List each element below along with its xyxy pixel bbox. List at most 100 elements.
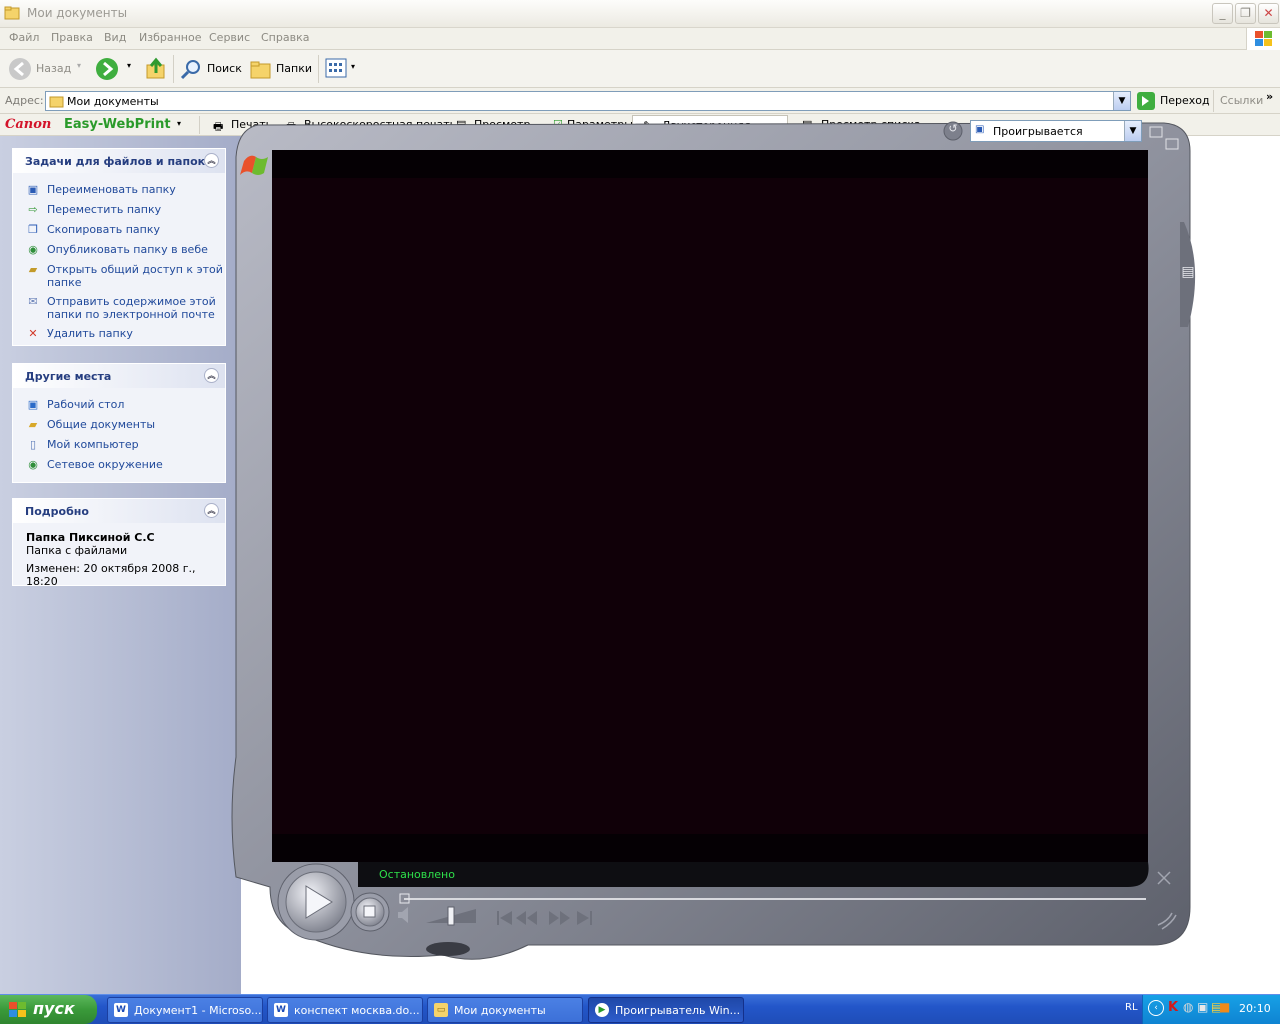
- search-button[interactable]: Поиск: [180, 57, 244, 81]
- search-icon: [180, 60, 200, 80]
- playlist-icon: ▣: [975, 124, 985, 135]
- start-button[interactable]: пуск: [0, 995, 97, 1024]
- up-folder-button[interactable]: [145, 57, 167, 81]
- equalizer-toggle-button[interactable]: [426, 941, 470, 955]
- folders-icon: [250, 61, 271, 79]
- play-button[interactable]: [278, 864, 354, 940]
- file-tasks-header[interactable]: Задачи для файлов и папок ︽: [13, 149, 225, 173]
- place-shared-documents[interactable]: ▰ Общие документы: [25, 415, 225, 435]
- collapse-chevron-icon[interactable]: ︽: [204, 503, 219, 518]
- menu-file[interactable]: Файл: [9, 31, 39, 44]
- task-copy-folder[interactable]: ❐ Скопировать папку: [25, 220, 225, 240]
- details-header[interactable]: Подробно ︽: [13, 499, 225, 523]
- copy-icon: ❐: [28, 223, 38, 236]
- standard-toolbar: Назад ▾ ▾ Поиск Папки ▾: [0, 50, 1280, 88]
- desktop-icon: ▣: [27, 398, 39, 411]
- word-icon: W: [274, 1003, 288, 1017]
- taskbar-item-my-documents[interactable]: ▭ Мои документы: [427, 997, 583, 1023]
- now-playing-select[interactable]: ▣ Проигрывается ▼: [970, 120, 1142, 142]
- back-button[interactable]: Назад ▾: [8, 56, 90, 82]
- next-button[interactable]: [575, 907, 595, 929]
- resize-grip[interactable]: [1154, 909, 1176, 931]
- minimize-player-button[interactable]: [1148, 125, 1164, 139]
- language-indicator[interactable]: RL: [1125, 1002, 1138, 1013]
- forward-dropdown-icon[interactable]: ▾: [127, 61, 131, 70]
- now-playing-value: Проигрывается: [993, 125, 1083, 138]
- place-network[interactable]: ◉ Сетевое окружение: [25, 455, 225, 475]
- share-icon: ▰: [28, 263, 38, 276]
- file-tasks-panel: Задачи для файлов и папок ︽ ▣ Переименоват…: [12, 148, 226, 346]
- go-button[interactable]: Переход: [1137, 91, 1210, 111]
- mute-button[interactable]: [394, 905, 412, 927]
- close-player-button[interactable]: [1164, 137, 1180, 151]
- other-places-header[interactable]: Другие места ︽: [13, 364, 225, 388]
- clock[interactable]: 20:10: [1239, 1002, 1271, 1015]
- antivirus-icon[interactable]: K: [1168, 1000, 1178, 1015]
- links-button[interactable]: Ссылки: [1220, 94, 1263, 107]
- place-my-computer[interactable]: ▯ Мой компьютер: [25, 435, 225, 455]
- back-label: Назад: [36, 62, 72, 75]
- rewind-button[interactable]: [515, 907, 539, 929]
- chevron-down-icon[interactable]: ▼: [1124, 121, 1141, 141]
- folder-icon: ▭: [434, 1003, 448, 1017]
- menu-tools[interactable]: Сервис: [209, 31, 250, 44]
- previous-button[interactable]: [494, 907, 514, 929]
- task-label: Удалить папку: [47, 327, 133, 340]
- print-icon: 🖶: [213, 120, 224, 133]
- maximize-button[interactable]: ❐: [1235, 3, 1256, 24]
- chevron-down-icon[interactable]: ▾: [177, 119, 181, 128]
- windows-logo-icon: [1246, 28, 1280, 50]
- video-display-area[interactable]: [272, 150, 1148, 862]
- task-share-folder[interactable]: ▰ Открыть общий доступ к этой папке: [25, 260, 225, 292]
- collapse-chevron-icon[interactable]: ︽: [204, 153, 219, 168]
- volume-slider[interactable]: [424, 905, 480, 927]
- place-desktop[interactable]: ▣ Рабочий стол: [25, 395, 225, 415]
- folder-icon: ▰: [28, 418, 38, 431]
- folders-button[interactable]: Папки: [250, 57, 314, 81]
- playlist-toggle-handle[interactable]: ▤: [1176, 252, 1200, 292]
- task-email-folder[interactable]: ✉ Отправить содержимое этой папки по элек…: [25, 292, 225, 324]
- show-hidden-icons-button[interactable]: ‹: [1148, 1000, 1164, 1016]
- taskbar-item-word-konspekt[interactable]: Wконспект москва.do...: [267, 997, 423, 1023]
- stop-button[interactable]: [351, 893, 389, 931]
- folders-label: Папки: [276, 62, 312, 75]
- address-input[interactable]: Мои документы ▼: [45, 91, 1131, 111]
- task-move-folder[interactable]: ⇨ Переместить папку: [25, 200, 225, 220]
- delete-icon: ✕: [28, 327, 38, 340]
- menu-view[interactable]: Вид: [104, 31, 126, 44]
- place-label: Сетевое окружение: [47, 458, 163, 471]
- fast-forward-button[interactable]: [547, 907, 573, 929]
- close-button[interactable]: ✕: [1258, 3, 1279, 24]
- network-tray-icon[interactable]: ▣: [1197, 1000, 1208, 1014]
- task-publish-folder[interactable]: ◉ Опубликовать папку в вебе: [25, 240, 225, 260]
- taskbar-item-media-player[interactable]: ▶ Проигрыватель Win...: [588, 997, 744, 1023]
- taskbar-item-label: Проигрыватель Win...: [615, 1004, 741, 1017]
- start-label: пуск: [33, 999, 75, 1018]
- menu-help[interactable]: Справка: [261, 31, 309, 44]
- details-folder-type: Папка с файлами: [26, 544, 128, 557]
- collapse-chevron-icon[interactable]: ︽: [204, 368, 219, 383]
- back-arrow-icon: [9, 58, 31, 80]
- address-dropdown-button[interactable]: ▼: [1113, 92, 1130, 110]
- back-dropdown-icon[interactable]: ▾: [77, 61, 81, 70]
- menu-favorites[interactable]: Избранное: [139, 31, 201, 44]
- menu-edit[interactable]: Правка: [51, 31, 93, 44]
- system-tray: RL ‹ K ◍ ▣ ▤ ■ 20:10: [1125, 995, 1280, 1024]
- views-dropdown-icon: ▾: [351, 62, 356, 71]
- seek-slider[interactable]: [400, 892, 1148, 906]
- chevron-more-icon[interactable]: »: [1266, 90, 1273, 103]
- globe-icon: ◉: [28, 243, 38, 256]
- skin-switch-button[interactable]: ↺: [944, 122, 962, 140]
- minimize-button[interactable]: _: [1212, 3, 1233, 24]
- task-rename-folder[interactable]: ▣ Переименовать папку: [25, 180, 225, 200]
- folder-icon: [4, 6, 20, 20]
- security-tray-icon[interactable]: ◍: [1183, 1000, 1193, 1014]
- forward-button[interactable]: ▾: [95, 56, 137, 82]
- app-tray-icon[interactable]: ■: [1219, 1000, 1230, 1014]
- views-button[interactable]: ▾: [325, 57, 359, 81]
- task-label: Переименовать папку: [47, 183, 176, 196]
- network-icon: ◉: [28, 458, 38, 471]
- task-delete-folder[interactable]: ✕ Удалить папку: [25, 324, 225, 344]
- fullscreen-button[interactable]: [1154, 868, 1174, 888]
- taskbar-item-word-doc1[interactable]: W Документ1 - Microso...: [107, 997, 263, 1023]
